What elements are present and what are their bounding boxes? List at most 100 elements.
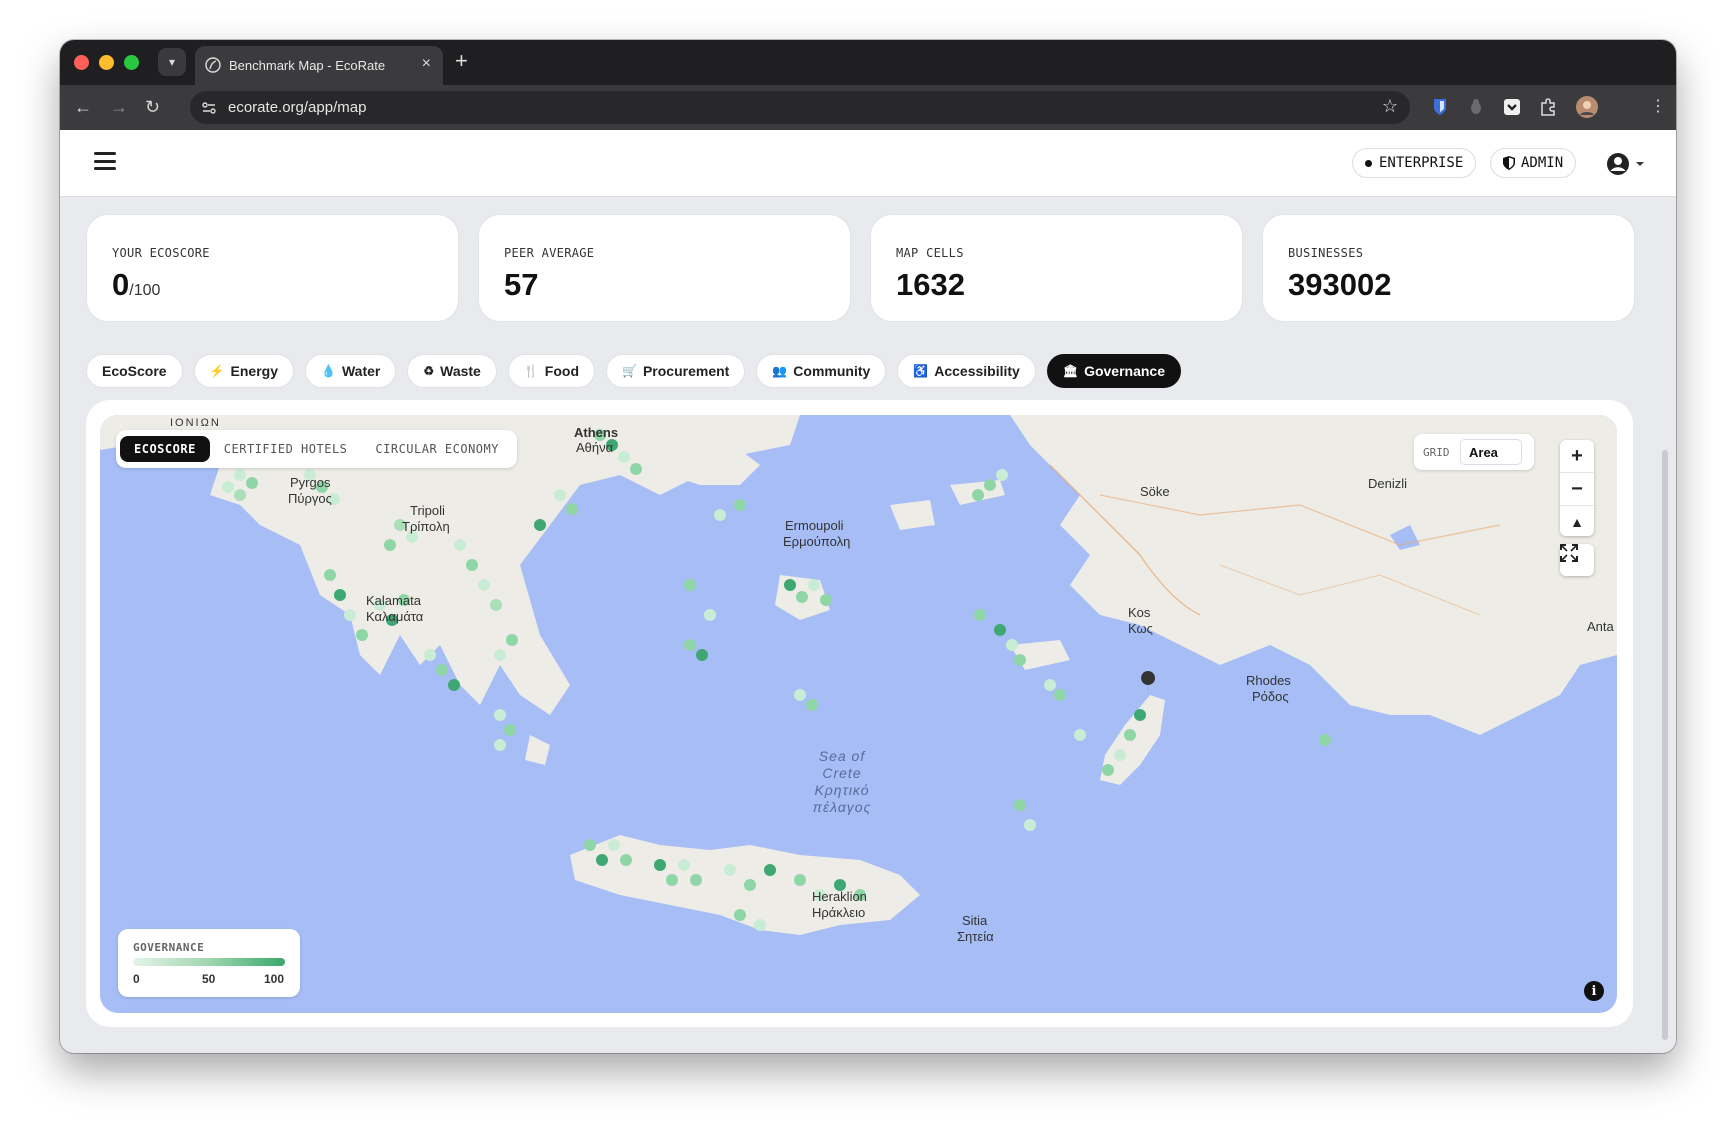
bolt-icon: ⚡ xyxy=(209,364,225,378)
map-label-kalamata: Kalamata xyxy=(366,593,421,608)
filter-procurement[interactable]: 🛒 Procurement xyxy=(606,354,746,388)
bitwarden-extension-icon[interactable] xyxy=(1430,97,1450,117)
stat-label: MAP CELLS xyxy=(896,246,964,260)
map-label-athens: Athens xyxy=(574,425,619,440)
category-filters: EcoScore ⚡ Energy 💧 Water ♻ Waste 🍴 Food 🛒 Pr… xyxy=(86,354,1182,388)
filter-food[interactable]: 🍴 Food xyxy=(507,354,596,388)
map-label-rhodes-gr: Ρόδος xyxy=(1252,689,1289,704)
recycle-icon: ♻ xyxy=(423,364,435,378)
map-label-rhodes: Rhodes xyxy=(1246,673,1291,688)
close-tab-icon[interactable]: × xyxy=(422,55,431,73)
site-settings-icon[interactable] xyxy=(200,99,218,117)
fullscreen-button[interactable] xyxy=(1560,544,1594,576)
url-text: ecorate.org/app/map xyxy=(228,99,367,116)
legend-gradient xyxy=(133,958,285,966)
map-legend: GOVERNANCE 0 50 100 xyxy=(118,929,300,997)
plan-badge-label: ENTERPRISE xyxy=(1379,155,1464,171)
browser-tab-strip: ▾ Benchmark Map - EcoRate × + xyxy=(60,40,1676,85)
browser-window: ▾ Benchmark Map - EcoRate × + ← → ↻ ecor… xyxy=(60,40,1676,1053)
zoom-in-button[interactable]: + xyxy=(1560,440,1594,473)
stat-value: 0/100 xyxy=(112,267,161,302)
stat-label: BUSINESSES xyxy=(1288,246,1364,260)
filter-energy[interactable]: ⚡ Energy xyxy=(193,354,295,388)
hamburger-menu-icon[interactable] xyxy=(94,152,116,170)
tab-search-button[interactable]: ▾ xyxy=(158,48,186,76)
zoom-out-button[interactable]: − xyxy=(1560,473,1594,506)
map-label-ermoupoli-gr: Ερμούπολη xyxy=(783,534,851,549)
map-label-kos-gr: Κως xyxy=(1128,621,1153,636)
stat-label: PEER AVERAGE xyxy=(504,246,595,260)
bookmark-star-icon[interactable]: ☆ xyxy=(1382,96,1398,117)
view-ecoscore-button[interactable]: ECOSCORE xyxy=(120,436,210,462)
stat-value: 57 xyxy=(504,267,539,302)
legend-mid: 50 xyxy=(202,972,216,986)
status-dot-icon xyxy=(1365,159,1372,167)
browser-tab[interactable]: Benchmark Map - EcoRate × xyxy=(195,46,443,85)
view-certified-hotels-button[interactable]: CERTIFIED HOTELS xyxy=(210,436,362,462)
map-label-kalamata-gr: Καλαμάτα xyxy=(366,609,424,624)
fullscreen-icon xyxy=(1560,544,1578,562)
stat-card-peer-average: PEER AVERAGE 57 xyxy=(478,214,851,322)
map-label-sea-of-crete: Sea of Crete Κρητικό πέλαγος xyxy=(812,748,872,815)
filter-governance[interactable]: 🏛 Governance xyxy=(1046,354,1182,388)
stat-value: 1632 xyxy=(896,267,965,302)
minimize-window-button[interactable] xyxy=(99,55,114,70)
plan-badge: ENTERPRISE xyxy=(1352,148,1477,178)
compass-reset-button[interactable]: ▲ xyxy=(1560,506,1594,538)
map-label-heraklion-gr: Ηράκλειο xyxy=(812,905,866,920)
profile-avatar-icon[interactable] xyxy=(1576,96,1598,118)
grid-label: GRID xyxy=(1423,446,1450,459)
pocket-extension-icon[interactable] xyxy=(1502,97,1522,117)
filter-water[interactable]: 💧 Water xyxy=(305,354,397,388)
bug-extension-icon[interactable] xyxy=(1466,97,1486,117)
filter-ecoscore[interactable]: EcoScore xyxy=(86,354,183,388)
map-label-denizli: Denizli xyxy=(1368,476,1408,491)
grid-select[interactable]: Area xyxy=(1460,439,1522,465)
more-menu-icon[interactable]: ⋮ xyxy=(1650,96,1666,118)
forward-arrow-icon[interactable]: → xyxy=(110,96,128,118)
zoom-controls: + − ▲ xyxy=(1560,440,1594,536)
land-island-samos xyxy=(890,500,935,530)
filter-waste[interactable]: ♻ Waste xyxy=(407,354,497,388)
map-label-antalya: Anta xyxy=(1587,619,1614,634)
land-kythera xyxy=(525,735,550,765)
map-label-athens-gr: Αθήνα xyxy=(576,440,614,455)
utensils-icon: 🍴 xyxy=(523,364,539,378)
map-label-sitia: Sitia xyxy=(962,913,988,928)
shield-icon xyxy=(1503,156,1515,170)
stat-value: 393002 xyxy=(1288,267,1392,302)
stat-suffix: /100 xyxy=(129,282,161,299)
back-arrow-icon[interactable]: ← xyxy=(74,96,92,118)
close-window-button[interactable] xyxy=(74,55,89,70)
new-tab-button[interactable]: + xyxy=(455,50,468,72)
view-circular-economy-button[interactable]: CIRCULAR ECONOMY xyxy=(361,436,513,462)
address-bar[interactable]: ecorate.org/app/map ☆ xyxy=(190,91,1410,124)
role-badge: ADMIN xyxy=(1490,148,1577,178)
puzzle-extensions-icon[interactable] xyxy=(1538,97,1558,117)
page-scrollbar[interactable] xyxy=(1662,450,1668,1040)
app-header: ENTERPRISE ADMIN xyxy=(60,130,1676,197)
legend-max: 100 xyxy=(264,972,285,986)
map-label-tripoli-gr: Τρίπολη xyxy=(402,519,450,534)
map-label-pyrgos: Pyrgos xyxy=(290,475,331,490)
map-label-ionian: ΙΟΝΙΩΝ xyxy=(170,417,221,429)
stat-label: YOUR ECOSCORE xyxy=(112,246,210,260)
map-label-heraklion: Heraklion xyxy=(812,889,867,904)
wheelchair-icon: ♿ xyxy=(913,364,929,378)
benchmark-map[interactable]: ΙΟΝΙΩΝ Athens Αθήνα Pyrgos Πύργος Tripol… xyxy=(100,415,1617,1013)
stat-card-map-cells: MAP CELLS 1632 xyxy=(870,214,1243,322)
cart-icon: 🛒 xyxy=(622,364,637,378)
map-label-ermoupoli: Ermoupoli xyxy=(785,518,844,533)
stat-card-ecoscore: YOUR ECOSCORE 0/100 xyxy=(86,214,459,322)
map-label-tripoli: Tripoli xyxy=(410,503,445,518)
map-view-toggle: ECOSCORE CERTIFIED HOTELS CIRCULAR ECONO… xyxy=(116,430,517,468)
user-menu-button[interactable] xyxy=(1606,150,1654,178)
grid-selector: GRID Area xyxy=(1414,434,1534,470)
filter-accessibility[interactable]: ♿ Accessibility xyxy=(897,354,1036,388)
maximize-window-button[interactable] xyxy=(124,55,139,70)
info-icon[interactable]: i xyxy=(1584,981,1604,1001)
filter-community[interactable]: 👥 Community xyxy=(756,354,887,388)
legend-min: 0 xyxy=(133,972,140,986)
droplet-icon: 💧 xyxy=(321,364,336,378)
reload-icon[interactable]: ↻ xyxy=(145,96,160,118)
